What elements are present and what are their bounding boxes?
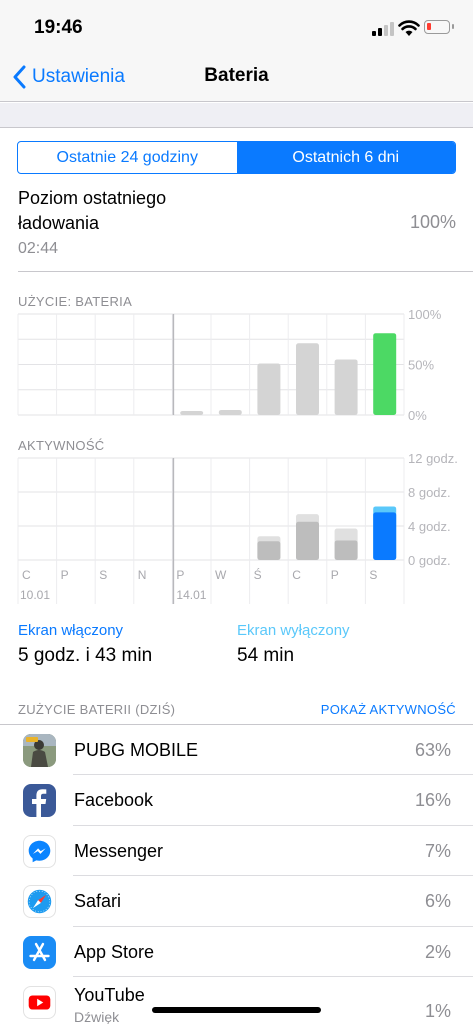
app-row-pubg-mobile[interactable]: PUBG MOBILE 63% <box>0 725 473 776</box>
show-activity-button[interactable]: POKAŻ AKTYWNOŚĆ <box>321 702 456 717</box>
youtube-icon <box>23 985 56 1019</box>
section-gap <box>0 103 473 128</box>
x-tick-label: Ś <box>254 567 262 582</box>
messenger-icon <box>23 834 56 868</box>
activity-bar-screen-on <box>373 512 397 560</box>
app-percent: 6% <box>424 891 451 912</box>
battery-usage-title: ZUŻYCIE BATERII (DZIŚ) <box>18 702 176 717</box>
battery-bar <box>373 333 397 415</box>
screen-off-block: Ekran wyłączony 54 min <box>237 622 350 667</box>
y-tick-label: 12 godz. <box>408 451 458 466</box>
wifi-icon <box>398 20 420 36</box>
activity-bar-screen-on <box>257 541 281 560</box>
page-title: Bateria <box>204 65 269 86</box>
last-charge-title: Poziom ostatniego ładowania <box>18 188 167 233</box>
app-row-app-store[interactable]: App Store 2% <box>0 927 473 977</box>
x-tick-label: S <box>369 568 377 582</box>
x-tick-label: W <box>215 568 227 582</box>
date-label: 14.01 <box>176 588 206 602</box>
x-tick-label: C <box>22 568 31 582</box>
safari-icon <box>23 885 56 919</box>
y-tick-label: 8 godz. <box>408 485 451 500</box>
battery-icon <box>424 20 454 34</box>
app-name: App Store <box>74 941 155 962</box>
app-name: YouTube <box>74 984 145 1005</box>
app-name: Safari <box>74 891 122 912</box>
app-store-icon <box>23 935 56 969</box>
app-name: Facebook <box>74 790 154 811</box>
usage-charts: 100% 50% 0% 12 godz. 8 godz. 4 godz. 0 godz. C P… <box>17 307 458 604</box>
y-tick-label: 0 godz. <box>408 553 451 568</box>
x-tick-label: C <box>292 568 301 582</box>
app-percent: 7% <box>424 840 451 861</box>
battery-bar <box>296 343 319 415</box>
app-row-facebook[interactable]: Facebook 16% <box>0 775 473 826</box>
pubg-icon <box>23 734 56 767</box>
y-tick-label: 0% <box>408 408 427 423</box>
y-tick-label: 4 godz. <box>408 519 451 534</box>
status-bar: 19:46 <box>0 0 473 54</box>
app-percent: 16% <box>414 790 451 811</box>
app-percent: 2% <box>424 941 451 962</box>
app-subtitle: Dźwięk <box>74 1008 120 1024</box>
app-row-safari[interactable]: Safari 6% <box>0 876 473 927</box>
app-name: Messenger <box>74 840 164 861</box>
cellular-signal-icon <box>372 22 394 36</box>
divider <box>18 271 473 272</box>
screen-off-label: Ekran wyłączony <box>237 622 350 639</box>
last-charge-time: 02:44 <box>18 240 59 257</box>
y-tick-label: 100% <box>408 307 442 322</box>
screen-on-label: Ekran włączony <box>18 622 124 639</box>
x-tick-label: P <box>176 568 184 582</box>
x-tick-label: S <box>99 568 107 582</box>
battery-bar <box>180 410 204 415</box>
navigation-bar: Ustawienia Bateria <box>0 54 473 102</box>
facebook-icon <box>23 784 56 818</box>
last-charge-value: 100% <box>409 212 456 232</box>
battery-bar <box>218 409 242 415</box>
screen-on-block: Ekran włączony 5 godz. i 43 min <box>18 622 152 667</box>
app-name: PUBG MOBILE <box>74 740 199 760</box>
app-row-youtube[interactable]: YouTube Dźwięk 1% <box>0 977 473 1024</box>
x-tick-label: N <box>138 568 147 582</box>
activity-bar-screen-on <box>296 521 319 560</box>
x-tick-label: P <box>61 568 69 582</box>
period-segmented-control: Ostatnie 24 godziny Ostatnich 6 dni <box>17 141 456 174</box>
date-label: 10.01 <box>20 588 50 602</box>
screen-off-value: 54 min <box>237 645 295 666</box>
x-tick-label: P <box>331 568 339 582</box>
battery-bar <box>257 363 281 415</box>
activity-bar-screen-on <box>334 540 358 560</box>
y-tick-label: 50% <box>408 358 434 373</box>
battery-bar <box>334 359 358 415</box>
home-indicator <box>152 1007 321 1013</box>
battery-usage-header: ZUŻYCIE BATERII (DZIŚ) POKAŻ AKTYWNOŚĆ <box>0 692 473 725</box>
app-usage-list: PUBG MOBILE 63% Facebook 16% Messenger 7… <box>0 725 473 1024</box>
app-percent: 63% <box>414 740 451 760</box>
screen-on-value: 5 godz. i 43 min <box>18 645 153 666</box>
status-time: 19:46 <box>34 17 83 38</box>
app-row-messenger[interactable]: Messenger 7% <box>0 826 473 877</box>
app-percent: 1% <box>424 1000 451 1021</box>
last-charge-level: Poziom ostatniego ładowania 02:44 100% <box>18 186 456 258</box>
segment-last-24-hours[interactable]: Ostatnie 24 godziny <box>18 142 237 173</box>
segment-last-6-days[interactable]: Ostatnich 6 dni <box>236 142 455 173</box>
